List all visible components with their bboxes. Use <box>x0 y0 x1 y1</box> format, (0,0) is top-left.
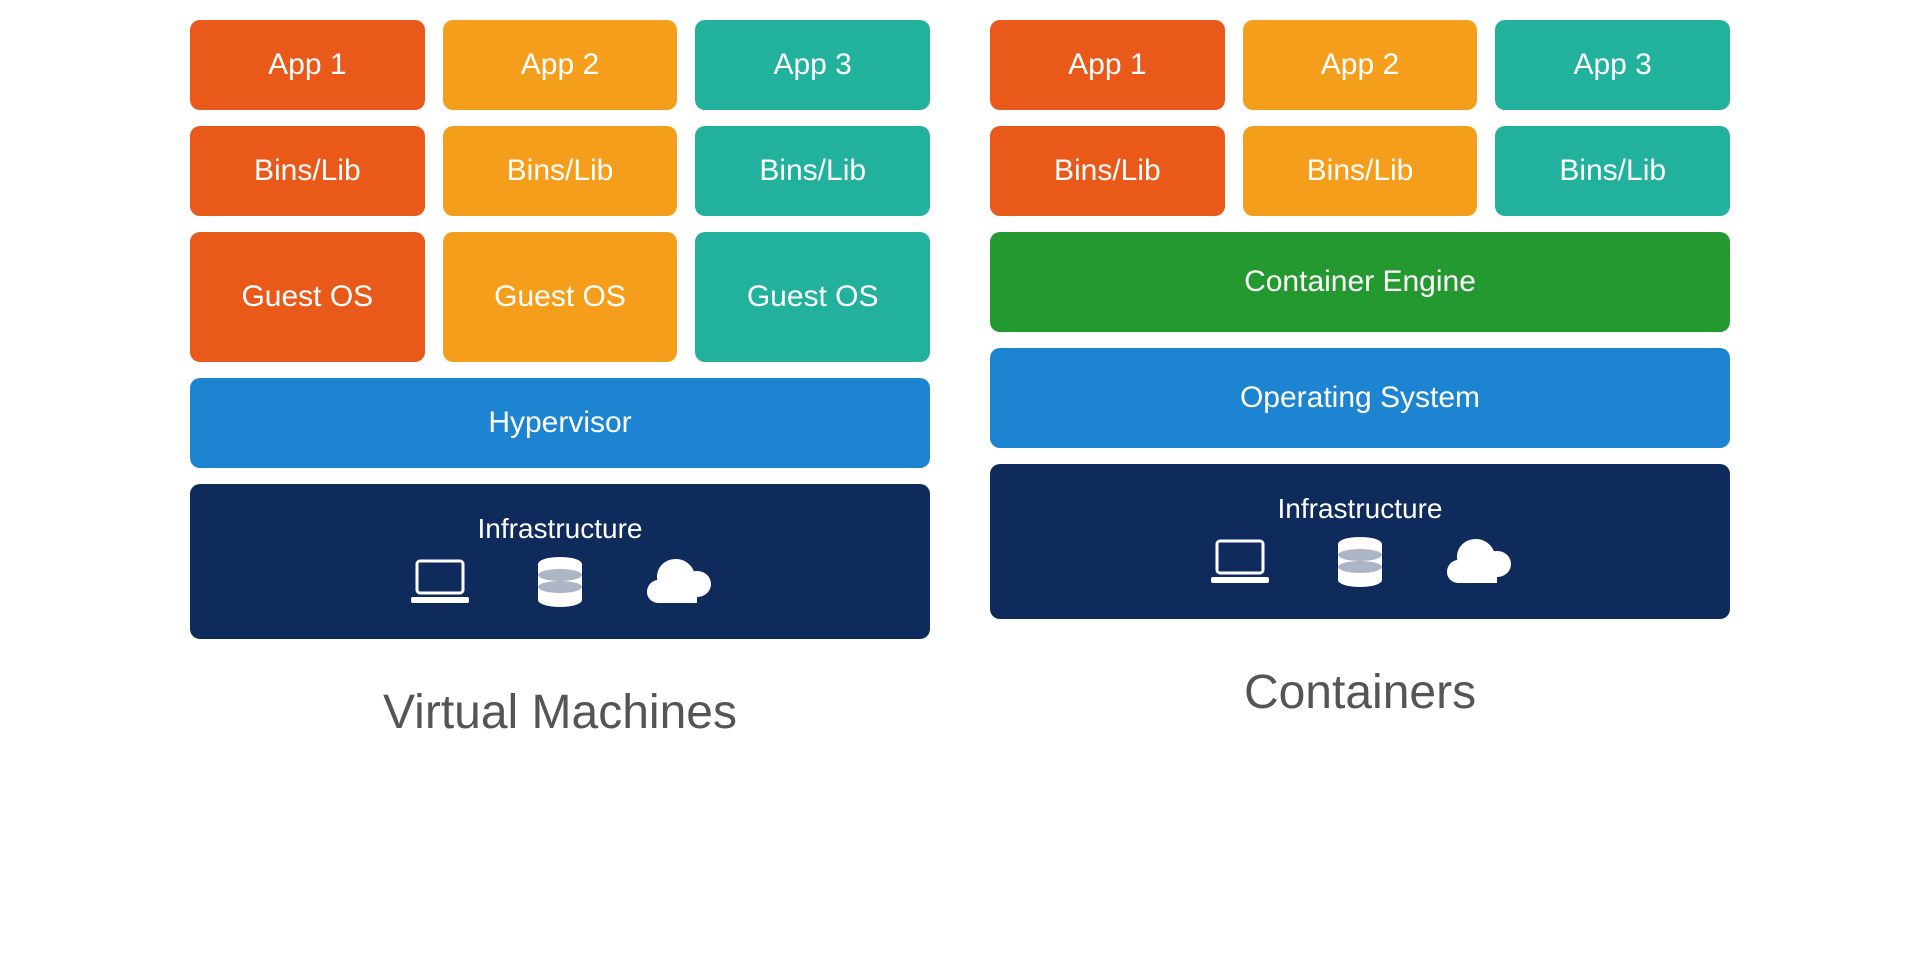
ct-infrastructure: Infrastructure <box>990 464 1730 619</box>
ct-caption: Containers <box>990 665 1730 720</box>
ct-container-engine: Container Engine <box>990 232 1730 332</box>
containers-column: App 1 App 2 App 3 Bins/Lib Bins/Lib Bins… <box>990 20 1730 740</box>
vm-hypervisor-row: Hypervisor <box>190 378 930 468</box>
vm-infrastructure: Infrastructure <box>190 484 930 639</box>
vm-bins-row: Bins/Lib Bins/Lib Bins/Lib <box>190 126 930 216</box>
ct-bins-3: Bins/Lib <box>1495 126 1730 216</box>
vm-infrastructure-label: Infrastructure <box>478 513 643 545</box>
ct-os-row: Operating System <box>990 348 1730 448</box>
ct-app-2: App 2 <box>1243 20 1478 110</box>
ct-bins-1: Bins/Lib <box>990 126 1225 216</box>
vm-guest-2: Guest OS <box>443 232 678 362</box>
vm-app-3: App 3 <box>695 20 930 110</box>
vm-infra-row: Infrastructure <box>190 484 930 639</box>
ct-infra-row: Infrastructure <box>990 464 1730 619</box>
vm-caption: Virtual Machines <box>190 685 930 740</box>
cloud-icon <box>645 555 715 610</box>
ct-app-3: App 3 <box>1495 20 1730 110</box>
ct-apps-row: App 1 App 2 App 3 <box>990 20 1730 110</box>
laptop-icon <box>405 555 475 610</box>
ct-app-1: App 1 <box>990 20 1225 110</box>
vm-app-1: App 1 <box>190 20 425 110</box>
ct-bins-2: Bins/Lib <box>1243 126 1478 216</box>
vm-guest-3: Guest OS <box>695 232 930 362</box>
vm-infra-icons <box>405 555 715 610</box>
diagram-wrapper: App 1 App 2 App 3 Bins/Lib Bins/Lib Bins… <box>30 20 1890 740</box>
vm-app-2: App 2 <box>443 20 678 110</box>
cloud-icon <box>1445 535 1515 590</box>
vm-guest-row: Guest OS Guest OS Guest OS <box>190 232 930 362</box>
database-icon <box>525 555 595 610</box>
vm-hypervisor: Hypervisor <box>190 378 930 468</box>
ct-infra-icons <box>1205 535 1515 590</box>
laptop-icon <box>1205 535 1275 590</box>
ct-bins-row: Bins/Lib Bins/Lib Bins/Lib <box>990 126 1730 216</box>
database-icon <box>1325 535 1395 590</box>
ct-operating-system: Operating System <box>990 348 1730 448</box>
vm-column: App 1 App 2 App 3 Bins/Lib Bins/Lib Bins… <box>190 20 930 740</box>
ct-infrastructure-label: Infrastructure <box>1278 493 1443 525</box>
vm-apps-row: App 1 App 2 App 3 <box>190 20 930 110</box>
vm-bins-1: Bins/Lib <box>190 126 425 216</box>
ct-engine-row: Container Engine <box>990 232 1730 332</box>
vm-bins-2: Bins/Lib <box>443 126 678 216</box>
vm-bins-3: Bins/Lib <box>695 126 930 216</box>
vm-guest-1: Guest OS <box>190 232 425 362</box>
